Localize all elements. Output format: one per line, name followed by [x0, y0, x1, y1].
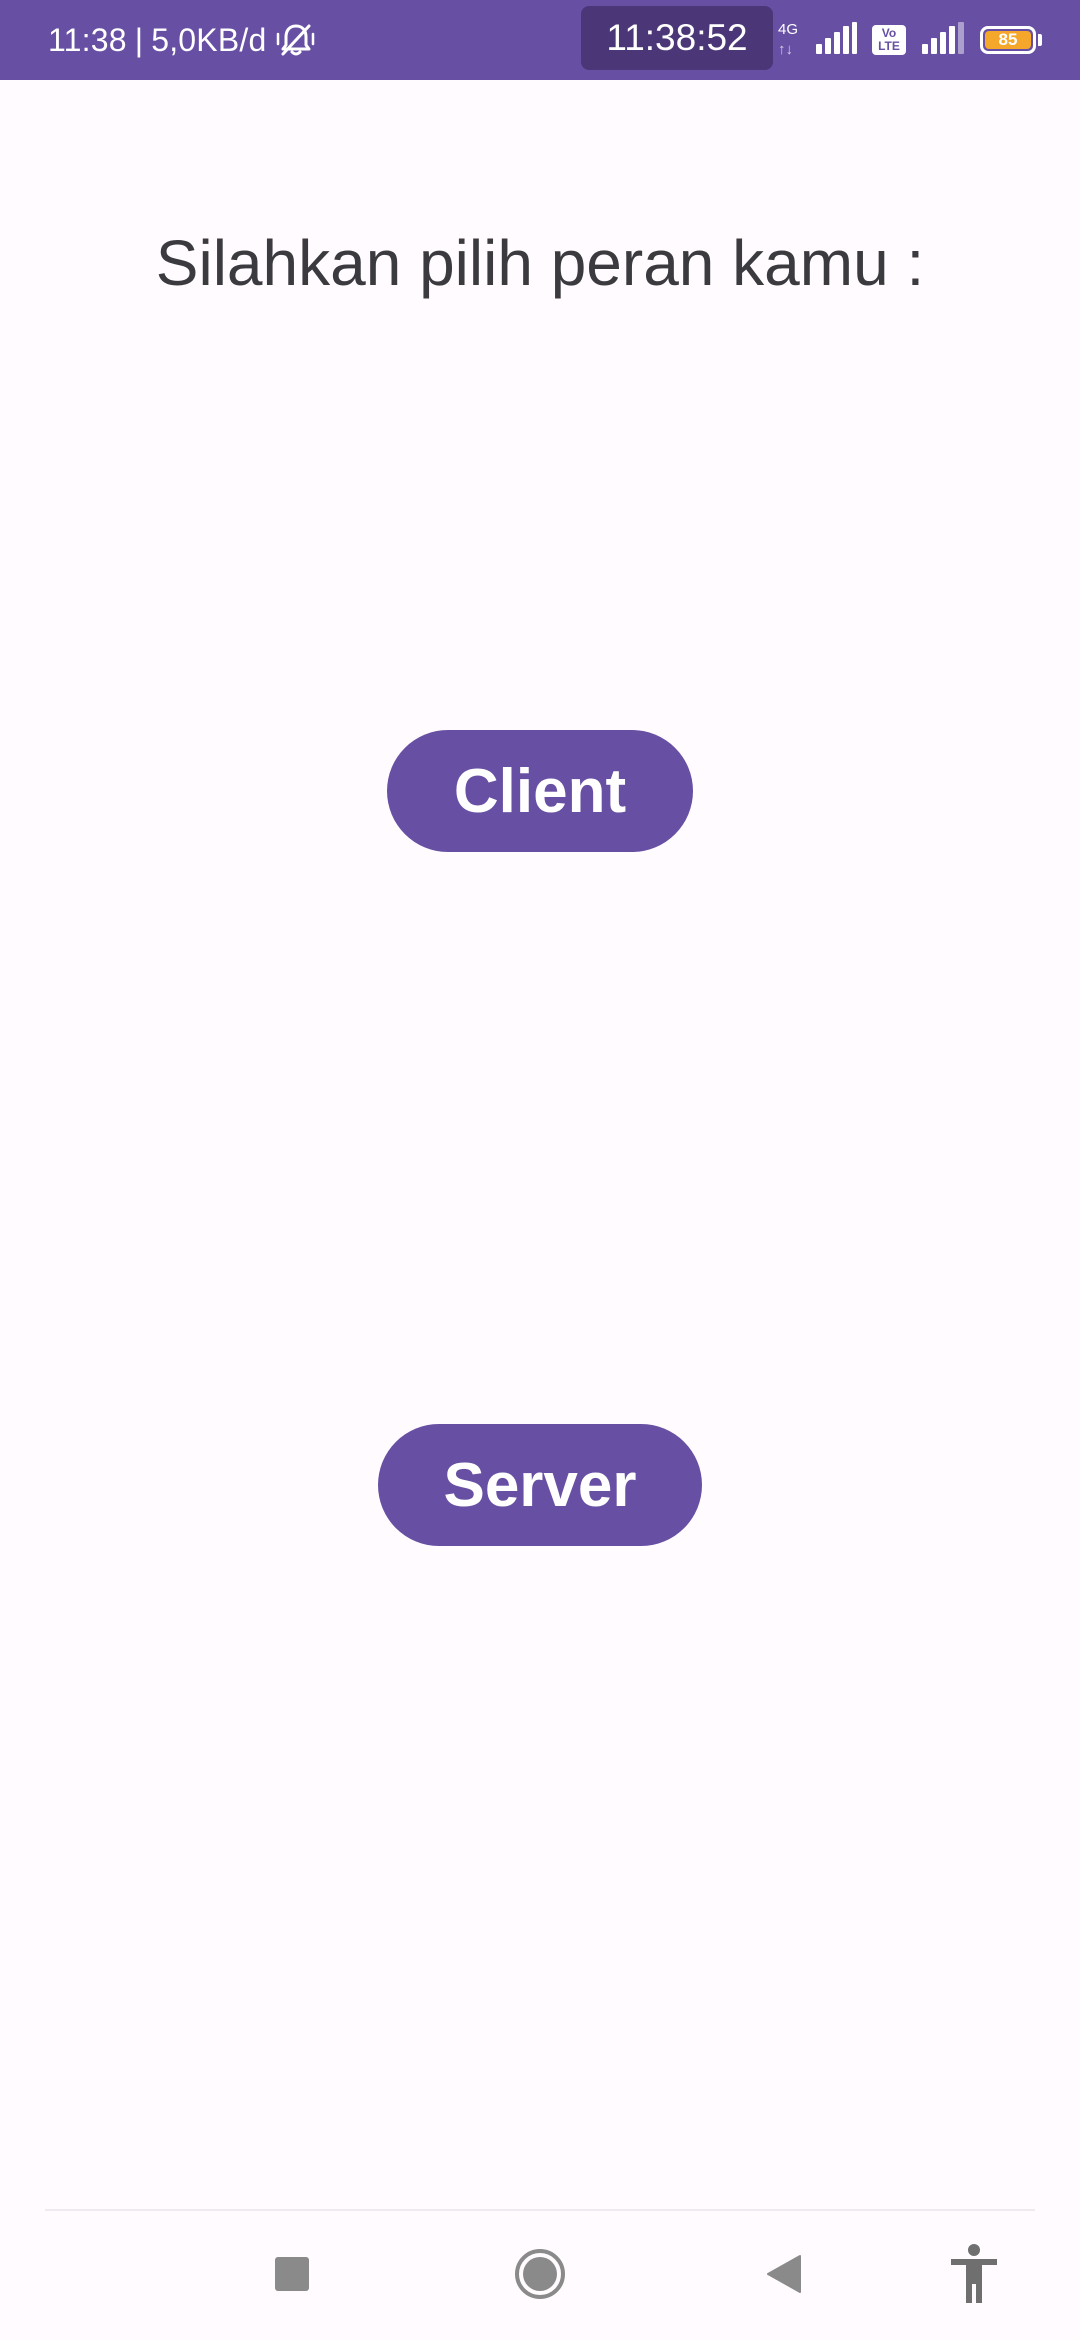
battery-fill: 85 — [985, 30, 1031, 49]
back-icon — [764, 2253, 804, 2300]
battery-body: 85 — [980, 26, 1036, 54]
network-type-indicator: 4G ↑↓ — [778, 15, 800, 65]
signal-strength-2-icon — [920, 21, 966, 59]
back-button[interactable] — [748, 2240, 820, 2312]
signal-strength-icon — [814, 21, 858, 59]
battery-level: 85 — [998, 30, 1018, 49]
clock-overlay-time: 11:38:52 — [606, 17, 748, 58]
navigation-bar — [0, 2212, 1080, 2340]
server-button[interactable]: Server — [378, 1424, 702, 1546]
status-left: 11:38 | 5,0KB/d — [48, 0, 318, 80]
recents-icon — [274, 2256, 310, 2297]
volte-badge: Vo LTE — [872, 25, 906, 55]
status-bar: 11:38 | 5,0KB/d 11:38:52 4G ↑↓ Vo LTE 85 — [0, 0, 1080, 80]
data-speed: 5,0KB/d — [151, 21, 267, 58]
client-button[interactable]: Client — [387, 730, 693, 852]
status-time: 11:38 — [48, 21, 127, 58]
battery-icon: 85 — [980, 25, 1042, 55]
network-type-label: 4G — [778, 21, 799, 38]
silent-mode-icon — [274, 18, 318, 62]
accessibility-button[interactable] — [938, 2240, 1010, 2312]
battery-tip — [1038, 34, 1042, 46]
status-right: 4G ↑↓ Vo LTE 85 — [778, 0, 1042, 80]
status-separator: | — [134, 21, 144, 58]
home-icon — [513, 2247, 567, 2306]
role-prompt: Silahkan pilih peran kamu : — [155, 227, 925, 299]
home-button[interactable] — [504, 2240, 576, 2312]
accessibility-icon — [948, 2243, 1000, 2309]
clock-overlay: 11:38:52 — [581, 6, 773, 70]
data-arrows-icon: ↑↓ — [778, 41, 793, 58]
volte-label: Vo LTE — [878, 26, 900, 53]
nav-divider — [45, 2209, 1035, 2211]
recents-button[interactable] — [256, 2240, 328, 2312]
